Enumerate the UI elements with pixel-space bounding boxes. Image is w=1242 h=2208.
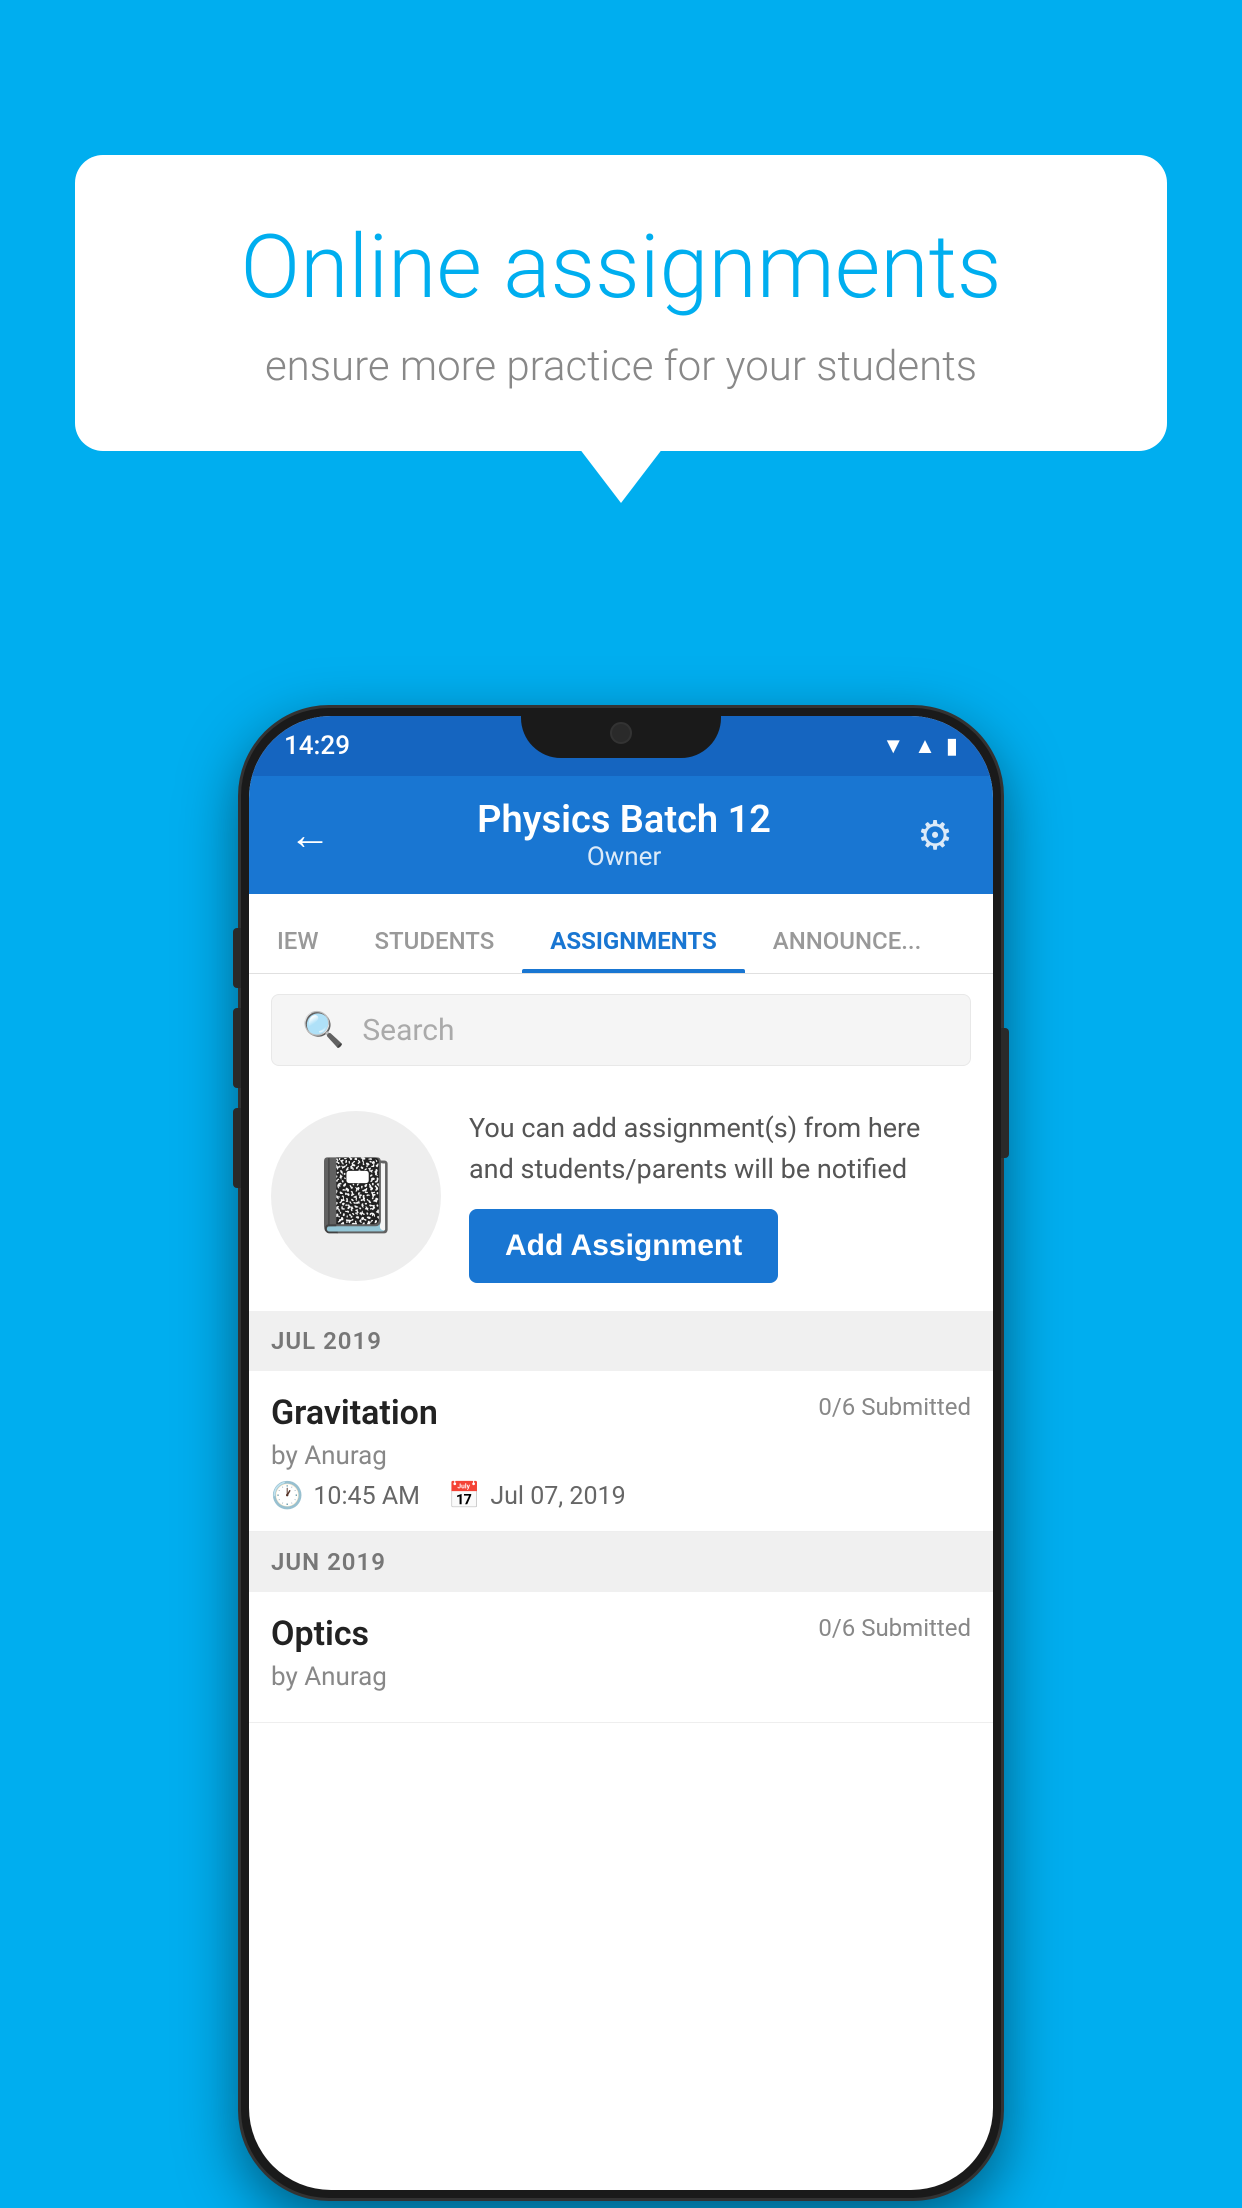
promo-text: You can add assignment(s) from here and … [469, 1108, 971, 1189]
wifi-icon: ▼ [882, 733, 904, 759]
phone-vol-down [233, 1008, 241, 1088]
promo-icon-circle: 📓 [271, 1111, 441, 1281]
phone-btn-3 [233, 1108, 241, 1188]
header-subtitle: Owner [341, 842, 907, 872]
assignment-item-optics[interactable]: Optics 0/6 Submitted by Anurag [249, 1592, 993, 1723]
section-header-jul: JUL 2019 [249, 1311, 993, 1371]
search-bar[interactable]: 🔍 Search [271, 994, 971, 1066]
section-header-jun: JUN 2019 [249, 1532, 993, 1592]
calendar-icon: 📅 [448, 1481, 480, 1511]
phone-screen: 14:29 ▼ ▲ ▮ ← Physics Batch 12 Owner ⚙ I… [249, 716, 993, 2190]
phone-notch [521, 708, 721, 758]
settings-icon[interactable]: ⚙ [907, 802, 963, 869]
back-button[interactable]: ← [279, 801, 341, 870]
assignment-time-value: 10:45 AM [313, 1482, 420, 1511]
speech-bubble-subtitle: ensure more practice for your students [150, 342, 1092, 391]
header-title: Physics Batch 12 [341, 798, 907, 842]
assignment-name-optics: Optics [271, 1614, 369, 1654]
tab-assignments[interactable]: ASSIGNMENTS [522, 927, 745, 973]
notebook-icon: 📓 [311, 1153, 401, 1238]
status-time: 14:29 [284, 731, 350, 761]
app-header: ← Physics Batch 12 Owner ⚙ [249, 776, 993, 894]
assignment-submitted-gravitation: 0/6 Submitted [818, 1393, 971, 1421]
assignment-by-gravitation: by Anurag [271, 1441, 971, 1471]
tabs-bar: IEW STUDENTS ASSIGNMENTS ANNOUNCE... [249, 894, 993, 974]
status-icons: ▼ ▲ ▮ [882, 733, 958, 759]
tab-iew[interactable]: IEW [249, 927, 346, 973]
assignment-row-top: Gravitation 0/6 Submitted [271, 1393, 971, 1433]
assignment-date: 📅 Jul 07, 2019 [448, 1481, 626, 1511]
phone-vol-up [233, 928, 241, 988]
speech-bubble: Online assignments ensure more practice … [75, 155, 1167, 451]
phone-frame: 14:29 ▼ ▲ ▮ ← Physics Batch 12 Owner ⚙ I… [241, 708, 1001, 2208]
search-placeholder: Search [362, 1013, 454, 1048]
tab-announcements[interactable]: ANNOUNCE... [745, 927, 949, 973]
assignment-meta-gravitation: 🕐 10:45 AM 📅 Jul 07, 2019 [271, 1481, 971, 1511]
add-assignment-button[interactable]: Add Assignment [469, 1209, 778, 1283]
assignment-time: 🕐 10:45 AM [271, 1481, 420, 1511]
assignment-date-value: Jul 07, 2019 [490, 1482, 625, 1511]
clock-icon: 🕐 [271, 1481, 303, 1511]
assignment-by-optics: by Anurag [271, 1662, 971, 1692]
search-icon: 🔍 [302, 1010, 344, 1050]
tab-students[interactable]: STUDENTS [346, 927, 522, 973]
speech-bubble-container: Online assignments ensure more practice … [75, 155, 1167, 451]
battery-icon: ▮ [946, 734, 958, 759]
assignment-name-gravitation: Gravitation [271, 1393, 438, 1433]
phone-camera [610, 722, 632, 744]
promo-content: You can add assignment(s) from here and … [469, 1108, 971, 1283]
phone-outer: 14:29 ▼ ▲ ▮ ← Physics Batch 12 Owner ⚙ I… [241, 708, 1001, 2198]
assignment-submitted-optics: 0/6 Submitted [818, 1614, 971, 1642]
signal-icon: ▲ [914, 733, 936, 759]
header-center: Physics Batch 12 Owner [341, 798, 907, 872]
phone-power [1001, 1028, 1009, 1158]
search-container: 🔍 Search [249, 974, 993, 1086]
assignment-optics-row-top: Optics 0/6 Submitted [271, 1614, 971, 1654]
assignment-item-gravitation[interactable]: Gravitation 0/6 Submitted by Anurag 🕐 10… [249, 1371, 993, 1532]
add-promo-section: 📓 You can add assignment(s) from here an… [249, 1086, 993, 1311]
speech-bubble-title: Online assignments [150, 220, 1092, 317]
